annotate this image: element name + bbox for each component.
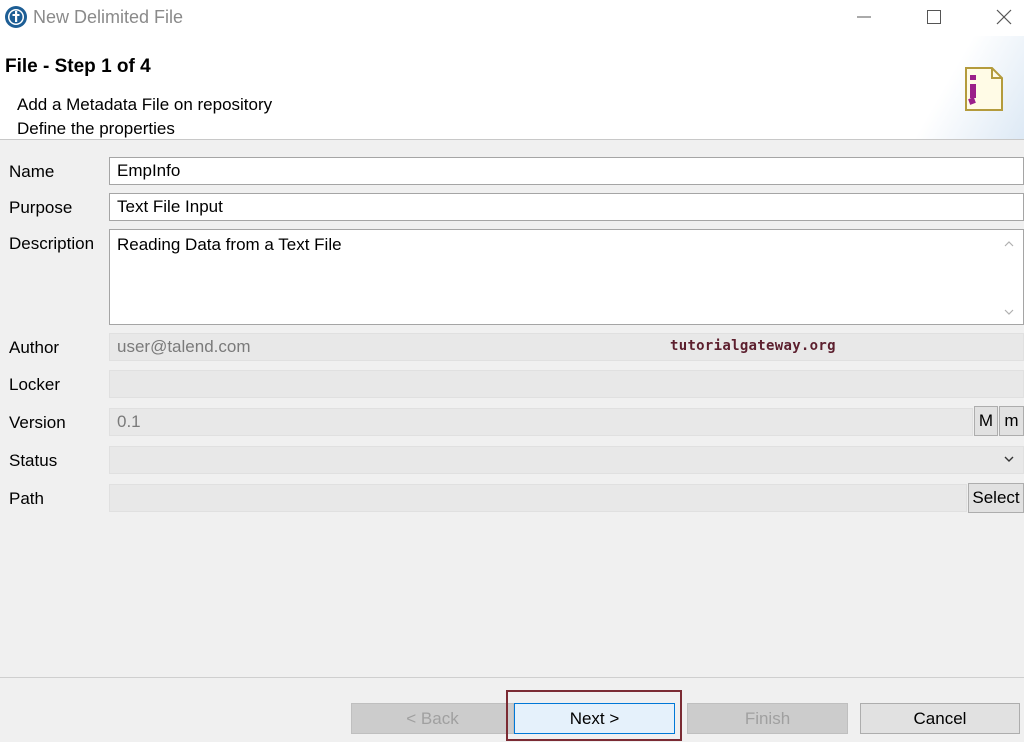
name-input[interactable]: EmpInfo bbox=[109, 157, 1024, 185]
status-dropdown[interactable] bbox=[109, 446, 1024, 474]
header-subtitle: Add a Metadata File on repository bbox=[17, 95, 273, 114]
window-titlebar: New Delimited File bbox=[0, 0, 1024, 36]
cancel-button[interactable]: Cancel bbox=[860, 703, 1020, 734]
maximize-icon bbox=[927, 10, 941, 24]
delimited-file-icon bbox=[965, 67, 1003, 111]
watermark: tutorialgateway.org bbox=[670, 338, 836, 354]
purpose-label: Purpose bbox=[9, 198, 73, 217]
back-button[interactable]: < Back bbox=[351, 703, 514, 734]
wizard-header: File - Step 1 of 4 Add a Metadata File o… bbox=[0, 36, 1024, 140]
talend-icon bbox=[5, 6, 27, 28]
description-textarea[interactable]: Reading Data from a Text File bbox=[109, 229, 1024, 325]
close-button[interactable] bbox=[974, 0, 1024, 34]
purpose-input[interactable]: Text File Input bbox=[109, 193, 1024, 221]
path-label: Path bbox=[9, 489, 44, 508]
description-text: Reading Data from a Text File bbox=[117, 235, 342, 254]
minimize-icon bbox=[857, 16, 871, 18]
window-title: New Delimited File bbox=[33, 7, 184, 27]
finish-button[interactable]: Finish bbox=[687, 703, 848, 734]
header-description: Define the properties bbox=[17, 119, 175, 138]
path-field bbox=[109, 484, 967, 512]
close-icon bbox=[996, 9, 1012, 25]
maximize-button[interactable] bbox=[904, 0, 964, 34]
path-select-button[interactable]: Select bbox=[968, 483, 1024, 513]
name-label: Name bbox=[9, 162, 55, 181]
locker-label: Locker bbox=[9, 375, 61, 394]
scroll-up-icon[interactable] bbox=[1003, 238, 1015, 250]
version-field: 0.1 bbox=[109, 408, 973, 436]
step-title: File - Step 1 of 4 bbox=[5, 56, 151, 77]
chevron-down-icon bbox=[1004, 456, 1014, 462]
version-minor-button[interactable]: m bbox=[999, 406, 1024, 436]
author-label: Author bbox=[9, 338, 60, 357]
author-field: user@talend.com bbox=[109, 333, 1024, 361]
next-button-highlight bbox=[506, 690, 682, 741]
version-label: Version bbox=[9, 413, 66, 432]
header-divider bbox=[0, 139, 1024, 140]
description-label: Description bbox=[9, 234, 95, 253]
version-major-button[interactable]: M bbox=[974, 406, 998, 436]
locker-field bbox=[109, 370, 1024, 398]
footer-divider bbox=[0, 677, 1024, 678]
scroll-down-icon[interactable] bbox=[1003, 306, 1015, 318]
status-label: Status bbox=[9, 451, 58, 470]
minimize-button[interactable] bbox=[834, 0, 894, 34]
